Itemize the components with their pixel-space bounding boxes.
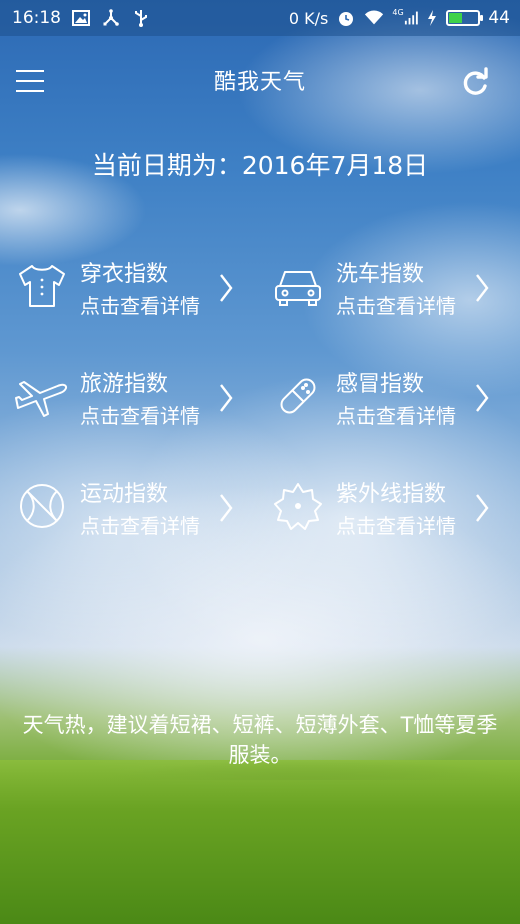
current-date: 当前日期为：2016年7月18日 [91,151,429,180]
wifi-icon [364,8,384,28]
clothing-advice: 天气热，建议着短裙、短裤、短薄外套、T恤等夏季服装。 [22,713,498,767]
index-subtitle: 点击查看详情 [336,294,456,318]
index-subtitle: 点击查看详情 [336,514,456,538]
grass-background [0,740,520,924]
index-title: 紫外线指数 [336,482,447,507]
index-title: 穿衣指数 [80,262,169,287]
chevron-right-icon [220,384,233,412]
ball-icon [20,484,64,528]
alarm-icon [336,8,356,28]
index-title: 洗车指数 [336,262,425,287]
chevron-right-icon [220,274,233,302]
pill-icon [280,378,316,414]
network-type: 4G [392,7,404,17]
airplane-icon [15,381,68,417]
index-subtitle: 点击查看详情 [336,404,456,428]
signal-icon: 4G [392,8,418,28]
umbrella-icon [274,483,322,530]
usb-icon [131,8,151,28]
index-item-clothing[interactable]: 穿衣指数 点击查看详情 [0,250,250,330]
chevron-right-icon [476,494,489,522]
chevron-right-icon [476,274,489,302]
battery-level: 44 [488,8,510,28]
battery-icon [446,10,484,26]
index-subtitle: 点击查看详情 [80,294,200,318]
chevron-right-icon [476,384,489,412]
image-icon [71,8,91,28]
tshirt-icon [19,265,65,307]
index-item-travel[interactable]: 旅游指数 点击查看详情 [0,360,250,440]
app-title: 酷我天气 [213,70,306,95]
index-item-uv[interactable]: 紫外线指数 点击查看详情 [256,470,506,550]
index-subtitle: 点击查看详情 [80,404,200,428]
network-speed: 0 K/s [288,8,329,28]
index-title: 运动指数 [80,482,169,507]
refresh-icon[interactable] [458,66,492,100]
usb-share-icon [101,8,121,28]
index-title: 旅游指数 [80,372,169,397]
chevron-right-icon [220,494,233,522]
charging-icon [426,8,438,28]
index-title: 感冒指数 [336,372,425,397]
index-subtitle: 点击查看详情 [80,514,200,538]
status-time: 16:18 [12,8,61,28]
index-item-sport[interactable]: 运动指数 点击查看详情 [0,470,250,550]
app-bar: 酷我天气 [0,36,520,126]
index-item-cold[interactable]: 感冒指数 点击查看详情 [256,360,506,440]
index-item-car-wash[interactable]: 洗车指数 点击查看详情 [256,250,506,330]
status-bar: 16:18 0 K/s 4G 44 [0,0,520,36]
car-icon [275,271,321,306]
